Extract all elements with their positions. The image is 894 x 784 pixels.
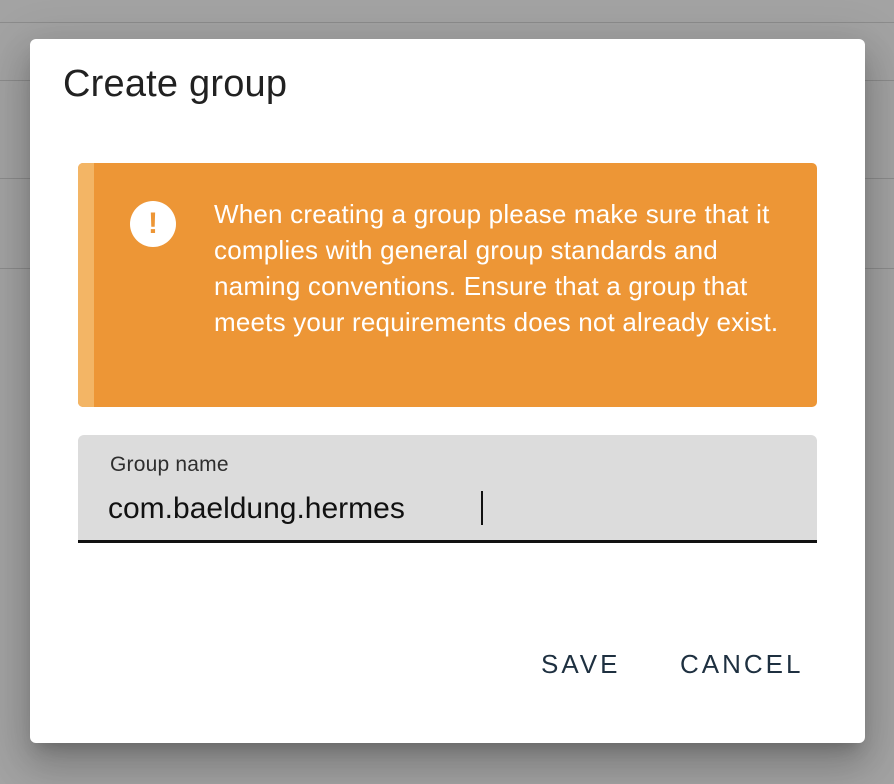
group-name-field[interactable]: Group name [78, 435, 817, 543]
cancel-button[interactable]: CANCEL [670, 644, 813, 684]
exclamation-circle-icon: ! [130, 201, 176, 247]
create-group-dialog: Create group ! When creating a group ple… [30, 39, 865, 743]
text-cursor [481, 491, 483, 525]
warning-alert: ! When creating a group please make sure… [78, 163, 817, 407]
group-name-label: Group name [110, 453, 229, 476]
group-name-input[interactable] [108, 487, 778, 531]
dialog-title: Create group [63, 63, 288, 105]
alert-accent-stripe [78, 163, 94, 407]
alert-message: When creating a group please make sure t… [214, 199, 779, 337]
save-button[interactable]: SAVE [531, 644, 630, 684]
background-divider [0, 22, 894, 23]
